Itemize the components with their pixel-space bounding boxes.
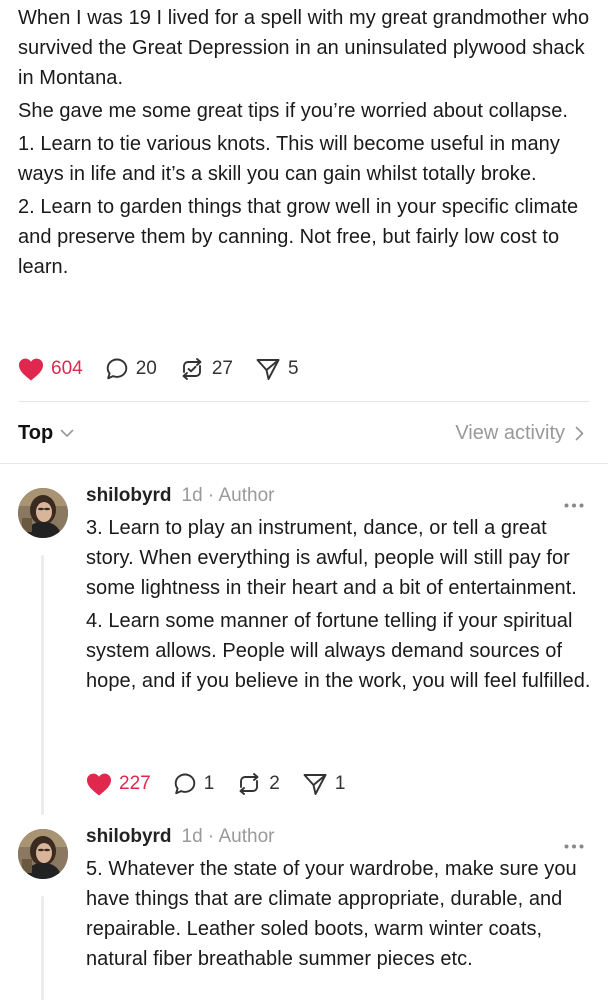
share-icon [303,774,327,795]
sort-label: Top [18,421,54,444]
divider [18,401,590,402]
post-actions: 604 20 27 5 [18,354,321,384]
comment-username[interactable]: shilobyrd [86,485,172,507]
thread-line [41,896,44,1000]
post-paragraph: 1. Learn to tie various knots. This will… [18,133,560,185]
more-options-button[interactable] [564,495,584,513]
restack-count: 2 [269,773,280,794]
post-paragraph: She gave me some great tips if you’re wo… [18,100,569,122]
comment-icon [106,358,127,380]
share-button[interactable]: 5 [255,357,299,381]
comment-header: shilobyrd 1d · Author [86,826,274,852]
comment-icon [174,773,195,795]
comment-paragraph: 5. Whatever the state of your wardrobe, … [86,858,577,970]
share-count: 5 [287,358,299,379]
restack-button[interactable]: 27 [179,357,233,381]
share-button[interactable]: 1 [302,772,346,796]
comment-actions: 227 1 2 1 [86,769,367,799]
like-count: 227 [119,773,151,794]
share-count: 1 [334,773,346,794]
thread-line [41,555,44,815]
avatar[interactable] [18,829,68,879]
restack-icon [239,773,259,795]
like-count: 604 [51,358,83,379]
divider [0,463,608,464]
comment: shilobyrd 1d · Author 3. Learn to play a… [0,485,608,815]
restack-icon [182,358,202,380]
sort-dropdown[interactable]: Top [18,422,74,445]
restack-count: 27 [211,358,233,379]
comment-meta: 1d · Author [181,485,275,506]
comment-body: 3. Learn to play an instrument, dance, o… [86,513,596,696]
post-paragraph: When I was 19 I lived for a spell with m… [18,7,590,89]
comment-header: shilobyrd 1d · Author [86,485,274,511]
chevron-right-icon [575,426,584,440]
comment-username[interactable]: shilobyrd [86,826,172,848]
view-activity-link[interactable]: View activity [455,422,584,445]
restack-button[interactable]: 2 [236,772,280,796]
more-icon [564,503,584,508]
comment-paragraph: 3. Learn to play an instrument, dance, o… [86,517,577,599]
comment-meta: 1d · Author [181,826,275,847]
reply-count: 1 [203,773,215,794]
chevron-down-icon [60,429,74,437]
heart-icon [18,358,44,380]
comment-count: 20 [135,358,157,379]
heart-icon [86,773,112,795]
more-options-button[interactable] [564,836,584,854]
post-paragraph: 2. Learn to garden things that grow well… [18,196,579,278]
like-button[interactable]: 604 [18,358,83,381]
comments-header: Top View activity [18,418,584,448]
more-icon [564,844,584,849]
comment-body: 5. Whatever the state of your wardrobe, … [86,854,596,974]
comment: shilobyrd 1d · Author 5. Whatever the st… [0,826,608,1000]
comment-button[interactable]: 20 [105,357,157,381]
share-icon [256,359,280,380]
view-activity-label: View activity [455,421,565,444]
reply-button[interactable]: 1 [173,772,215,796]
like-button[interactable]: 227 [86,773,151,796]
avatar[interactable] [18,488,68,538]
comment-paragraph: 4. Learn some manner of fortune telling … [86,610,591,692]
post-body: When I was 19 I lived for a spell with m… [18,0,598,282]
